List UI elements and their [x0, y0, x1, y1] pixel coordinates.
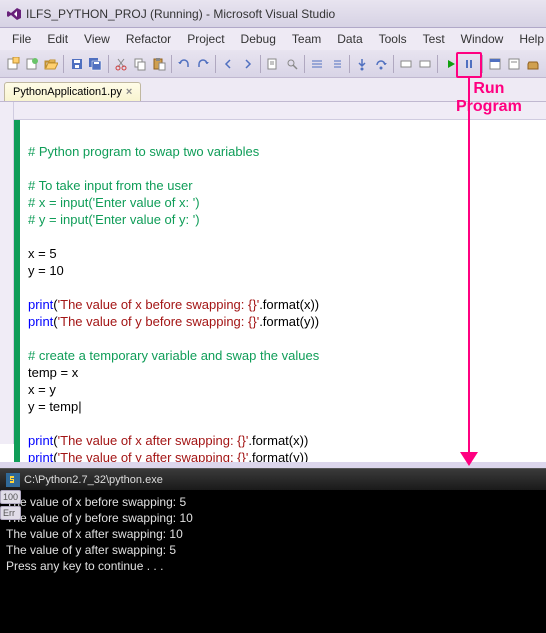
- window-title: ILFS_PYTHON_PROJ (Running) - Microsoft V…: [26, 7, 335, 21]
- side-tab-err[interactable]: Err: [0, 506, 21, 520]
- menu-test[interactable]: Test: [415, 30, 453, 48]
- python-icon: [6, 473, 20, 487]
- run-button[interactable]: [442, 53, 459, 75]
- console-title-text: C:\Python2.7_32\python.exe: [24, 474, 163, 486]
- menu-view[interactable]: View: [76, 30, 118, 48]
- copy-button[interactable]: [131, 53, 148, 75]
- menu-window[interactable]: Window: [453, 30, 512, 48]
- undo-button[interactable]: [176, 53, 193, 75]
- find-button[interactable]: [283, 53, 300, 75]
- save-all-button[interactable]: [87, 53, 104, 75]
- menu-tools[interactable]: Tools: [371, 30, 415, 48]
- redo-button[interactable]: [195, 53, 212, 75]
- console-titlebar: C:\Python2.7_32\python.exe: [0, 468, 546, 490]
- step-over-button[interactable]: [372, 53, 389, 75]
- vs-logo-icon: [6, 6, 22, 22]
- find-in-files-button[interactable]: [265, 53, 282, 75]
- pause-button[interactable]: [461, 53, 478, 75]
- toolbar: [0, 50, 546, 78]
- comment-button[interactable]: [309, 53, 326, 75]
- editor-tab[interactable]: PythonApplication1.py ×: [4, 82, 141, 101]
- menu-data[interactable]: Data: [329, 30, 370, 48]
- solution-explorer-button[interactable]: [487, 53, 504, 75]
- new-project-button[interactable]: [5, 53, 22, 75]
- uncomment-button[interactable]: [328, 53, 345, 75]
- tab-label: PythonApplication1.py: [13, 86, 122, 98]
- cut-button[interactable]: [113, 53, 130, 75]
- menu-help[interactable]: Help: [511, 30, 546, 48]
- close-tab-icon[interactable]: ×: [126, 86, 132, 98]
- menu-edit[interactable]: Edit: [39, 30, 76, 48]
- menubar: File Edit View Refactor Project Debug Te…: [0, 28, 546, 50]
- window-titlebar: ILFS_PYTHON_PROJ (Running) - Microsoft V…: [0, 0, 546, 28]
- solution-config-button[interactable]: [398, 53, 415, 75]
- open-button[interactable]: [43, 53, 60, 75]
- annotation-label: Run Program: [456, 80, 522, 116]
- paste-button[interactable]: [150, 53, 167, 75]
- add-item-button[interactable]: [24, 53, 41, 75]
- save-button[interactable]: [68, 53, 85, 75]
- nav-fwd-button[interactable]: [239, 53, 256, 75]
- menu-project[interactable]: Project: [179, 30, 232, 48]
- menu-debug[interactable]: Debug: [233, 30, 284, 48]
- toolbox-button[interactable]: [524, 53, 541, 75]
- menu-team[interactable]: Team: [284, 30, 329, 48]
- console-output[interactable]: The value of x before swapping: 5 The va…: [0, 490, 546, 578]
- console-panel: C:\Python2.7_32\python.exe The value of …: [0, 468, 546, 633]
- side-tabs: 100 Err: [0, 490, 21, 522]
- properties-button[interactable]: [505, 53, 522, 75]
- annotation-arrow: [468, 78, 470, 456]
- annotation-arrowhead: [460, 452, 478, 466]
- step-into-button[interactable]: [353, 53, 370, 75]
- editor-margin: [0, 102, 14, 444]
- menu-refactor[interactable]: Refactor: [118, 30, 179, 48]
- nav-back-button[interactable]: [220, 53, 237, 75]
- side-tab-100[interactable]: 100: [0, 490, 21, 504]
- menu-file[interactable]: File: [4, 30, 39, 48]
- solution-platform-button[interactable]: [417, 53, 434, 75]
- code-editor[interactable]: # Python program to swap two variables #…: [0, 120, 546, 462]
